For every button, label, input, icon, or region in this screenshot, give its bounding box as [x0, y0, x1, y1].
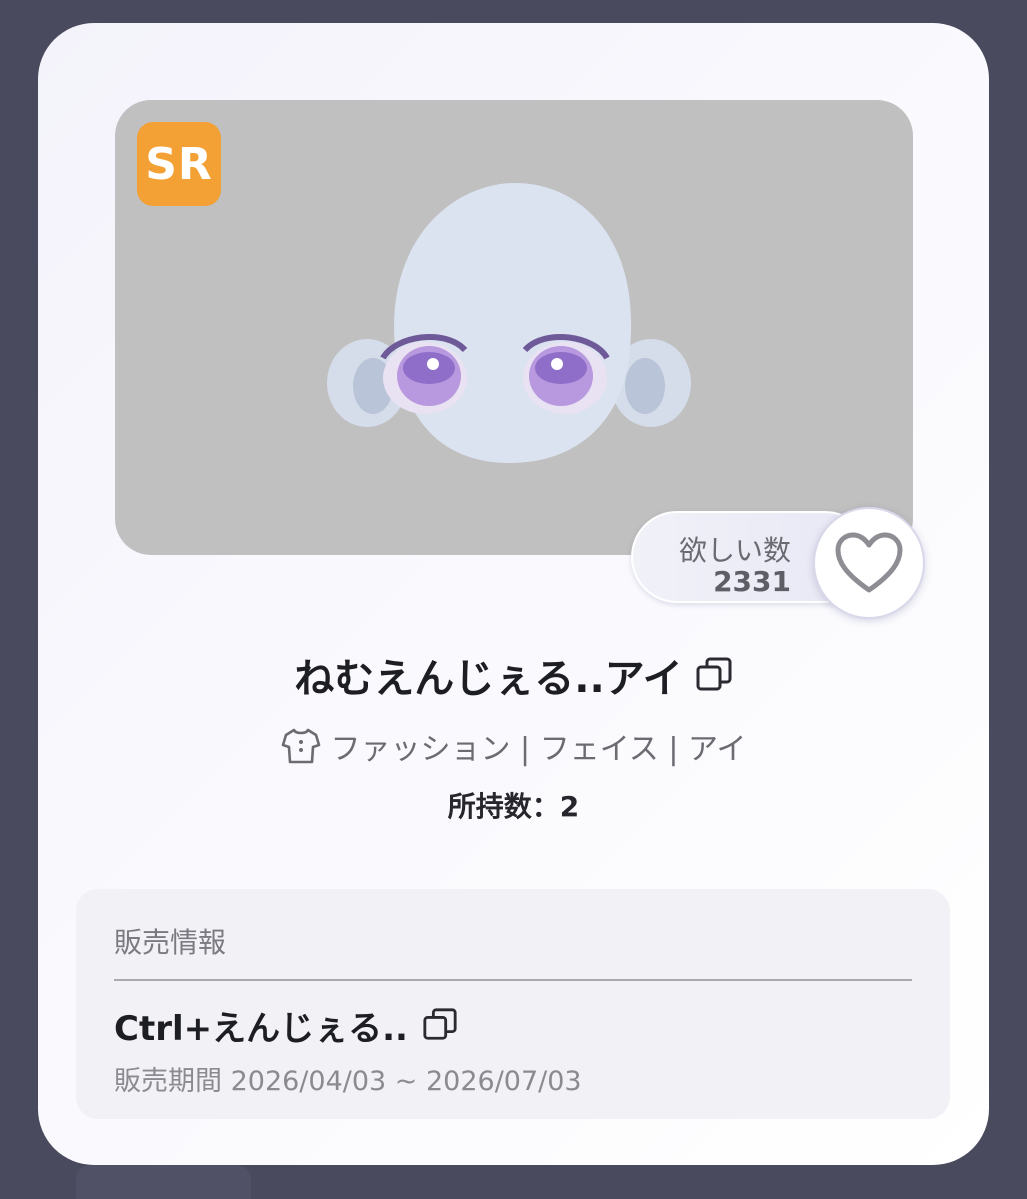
copy-icon[interactable]: [422, 1007, 458, 1043]
rarity-badge: SR: [137, 122, 221, 206]
shop-name: Ctrl+えんじぇる..: [114, 1008, 408, 1049]
want-count: 2331: [713, 565, 791, 598]
owned-count: 所持数：2: [447, 790, 580, 823]
sales-period: 販売期間 2026/04/03 ~ 2026/07/03: [114, 1066, 582, 1097]
want-counter: 欲しい数 2331: [631, 507, 931, 619]
heart-outline-icon: [835, 532, 903, 593]
copy-icon[interactable]: [695, 656, 733, 694]
want-label: 欲しい数: [678, 534, 791, 567]
sales-info-panel: 販売情報 Ctrl+えんじぇる.. 販売期間 2026/04/03 ~ 2026…: [76, 889, 950, 1119]
item-detail-card: SR 欲しい数 2331 ねむえんじぇる..アイ ファッション | フェイス |…: [38, 23, 989, 1165]
item-category-row: ファッション | フェイス | アイ: [38, 723, 989, 769]
item-title-row: ねむえんじぇる..アイ: [38, 645, 989, 705]
item-title: ねむえんじぇる..アイ: [294, 656, 683, 702]
sales-divider: [114, 979, 912, 981]
item-category: ファッション | フェイス | アイ: [330, 732, 747, 767]
background-item-peek: [76, 1165, 251, 1199]
shirt-icon: [281, 728, 320, 764]
eye-preview-image: [327, 183, 691, 463]
sales-info-header: 販売情報: [114, 926, 227, 959]
shop-row: Ctrl+えんじぇる..: [114, 1003, 458, 1049]
item-preview: SR: [115, 100, 913, 555]
want-heart-button[interactable]: [813, 507, 925, 619]
